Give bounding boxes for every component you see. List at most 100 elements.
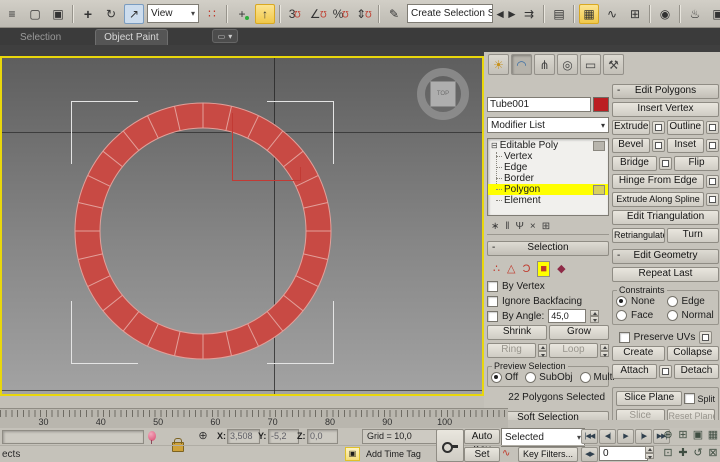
constraint-edge-radio[interactable] — [666, 295, 678, 307]
extrude-along-spline-button[interactable]: Extrude Along Spline — [612, 192, 704, 207]
snaps-toggle-icon[interactable]: 3Ω — [285, 4, 305, 24]
insert-vertex-button[interactable]: Insert Vertex — [612, 102, 719, 117]
render-setup-icon[interactable]: ♨ — [685, 4, 705, 24]
preserve-uvs-settings-icon[interactable] — [699, 330, 713, 344]
toggle-set-key-mode-button[interactable] — [436, 429, 464, 462]
select-and-rotate-icon[interactable]: ↻ — [101, 4, 121, 24]
create-button[interactable]: Create — [612, 346, 665, 361]
by-angle-checkbox[interactable] — [487, 310, 498, 322]
split-checkbox[interactable] — [684, 393, 696, 404]
pan-icon[interactable]: ✚ — [676, 446, 690, 460]
ribbon-tab-selection[interactable]: Selection — [12, 30, 69, 45]
hierarchy-tab[interactable]: ⋔ — [534, 54, 555, 75]
collapse-button[interactable]: Collapse — [666, 346, 719, 361]
remove-modifier-icon[interactable]: × — [530, 221, 536, 232]
current-frame-field[interactable]: 0 — [599, 446, 648, 461]
curve-editor-icon[interactable]: ∿ — [602, 4, 622, 24]
bridge-settings-icon[interactable] — [659, 157, 672, 170]
viewport-top[interactable]: TOP — [0, 56, 484, 396]
by-vertex-checkbox[interactable] — [487, 280, 498, 292]
show-end-result-icon[interactable]: ‖ — [505, 221, 509, 232]
stack-item-root[interactable]: ⊟ Editable Poly — [488, 140, 608, 151]
edit-geometry-rollout-header[interactable]: - Edit Geometry — [612, 249, 719, 264]
loop-spinner[interactable] — [600, 344, 609, 357]
vertex-subobject-icon[interactable]: ∴ — [493, 262, 500, 276]
ring-button[interactable]: Ring — [487, 343, 536, 358]
inset-button[interactable]: Inset — [666, 138, 704, 153]
maxscript-mini-listener[interactable] — [2, 430, 144, 444]
configure-modifier-sets-icon[interactable]: ⊞ — [542, 221, 550, 232]
stack-item-edge[interactable]: Edge — [488, 162, 608, 173]
angle-snap-icon[interactable]: ∠ Ω — [308, 4, 328, 24]
expand-icon[interactable]: ⊟ — [491, 140, 498, 151]
loop-button[interactable]: Loop — [549, 343, 598, 358]
default-in-out-tangents-icon[interactable]: ∿ — [502, 448, 510, 459]
selection-rollout-header[interactable]: - Selection — [487, 241, 609, 256]
named-selection-set-dropdown[interactable]: Create Selection Se — [407, 4, 493, 23]
repeat-last-button[interactable]: Repeat Last — [612, 267, 719, 282]
rendered-frame-window-icon[interactable]: ▣ — [708, 4, 720, 24]
stack-item-polygon[interactable]: Polygon — [488, 184, 608, 195]
layer-manager-icon[interactable]: ▤ — [549, 4, 569, 24]
stack-item-border[interactable]: Border — [488, 173, 608, 184]
select-and-scale-icon[interactable]: ↗ — [124, 3, 144, 24]
add-time-tag[interactable]: Add Time Tag — [362, 448, 436, 460]
preview-off-radio[interactable] — [491, 371, 502, 383]
modifier-toggle-icon[interactable] — [593, 141, 605, 151]
y-coordinate-field[interactable]: -5,2 — [268, 429, 299, 444]
constraint-face-radio[interactable] — [616, 309, 627, 321]
angle-spinner[interactable] — [590, 309, 600, 323]
extrude-settings-icon[interactable] — [651, 121, 665, 134]
turn-button[interactable]: Turn — [666, 228, 719, 243]
attach-settings-icon[interactable] — [659, 365, 672, 378]
preview-subobj-radio[interactable] — [525, 371, 537, 383]
go-to-start-button[interactable]: |◀◀ — [581, 429, 598, 444]
zoom-extents-all-icon[interactable]: ▦ — [706, 428, 720, 442]
stack-item-element[interactable]: Element — [488, 195, 608, 206]
slice-button[interactable]: Slice — [616, 409, 665, 420]
constraint-none-radio[interactable] — [616, 295, 627, 307]
modifier-toggle-icon[interactable] — [593, 185, 605, 195]
element-subobject-icon[interactable]: ◆ — [557, 262, 565, 276]
material-editor-icon[interactable]: ◉ — [655, 4, 675, 24]
zoom-extents-icon[interactable]: ▣ — [691, 428, 705, 442]
angle-value-field[interactable]: 45,0 — [548, 309, 587, 323]
z-coordinate-field[interactable]: 0,0 — [307, 429, 338, 444]
preserve-uvs-checkbox[interactable] — [618, 331, 630, 343]
play-button[interactable]: ▶ — [617, 429, 634, 444]
inset-settings-icon[interactable] — [706, 139, 719, 152]
select-and-manipulate-icon[interactable]: + — [232, 4, 252, 24]
display-tab[interactable]: ▭ — [580, 54, 601, 75]
adaptive-degradation-icon[interactable]: ▣ — [345, 447, 360, 461]
key-filters-button[interactable]: Key Filters... — [518, 447, 578, 462]
bevel-settings-icon[interactable] — [651, 139, 665, 152]
polygon-subobject-icon[interactable]: ■ — [537, 261, 551, 277]
detach-button[interactable]: Detach — [674, 364, 719, 379]
slice-plane-button[interactable]: Slice Plane — [616, 391, 683, 406]
extrude-button[interactable]: Extrude — [612, 120, 650, 135]
ring-spinner[interactable] — [538, 344, 547, 357]
extrude-along-spline-settings-icon[interactable] — [706, 193, 719, 206]
hinge-settings-icon[interactable] — [706, 175, 719, 188]
stack-item-vertex[interactable]: Vertex — [488, 151, 608, 162]
key-mode-toggle[interactable]: ◀▶ — [581, 447, 598, 462]
constraint-normal-radio[interactable] — [666, 309, 678, 321]
edit-named-selection-sets-icon[interactable]: ✎ — [384, 4, 404, 24]
viewcube-top-face[interactable]: TOP — [430, 81, 456, 107]
select-and-move-icon[interactable]: + — [78, 4, 98, 24]
schematic-view-icon[interactable]: ⊞ — [625, 4, 645, 24]
keyboard-shortcut-override-icon[interactable]: ↑ — [255, 3, 275, 24]
utilities-tab[interactable]: ⚒ — [603, 54, 624, 75]
select-by-name-icon[interactable]: ≡ — [2, 4, 22, 24]
orbit-icon[interactable]: ↺ — [691, 446, 705, 460]
preview-multi-radio[interactable] — [579, 371, 591, 383]
make-unique-icon[interactable]: Ψ — [516, 221, 524, 232]
reset-plane-button[interactable]: Reset Plane — [666, 409, 715, 420]
attach-button[interactable]: Attach — [612, 364, 657, 379]
zoom-all-icon[interactable]: ⊞ — [676, 428, 690, 442]
reference-coordinate-dropdown[interactable]: View — [147, 4, 199, 23]
object-color-swatch[interactable] — [593, 97, 609, 112]
retriangulate-button[interactable]: Retriangulate — [612, 228, 665, 243]
outline-button[interactable]: Outline — [666, 120, 704, 135]
grow-button[interactable]: Grow — [549, 325, 609, 340]
